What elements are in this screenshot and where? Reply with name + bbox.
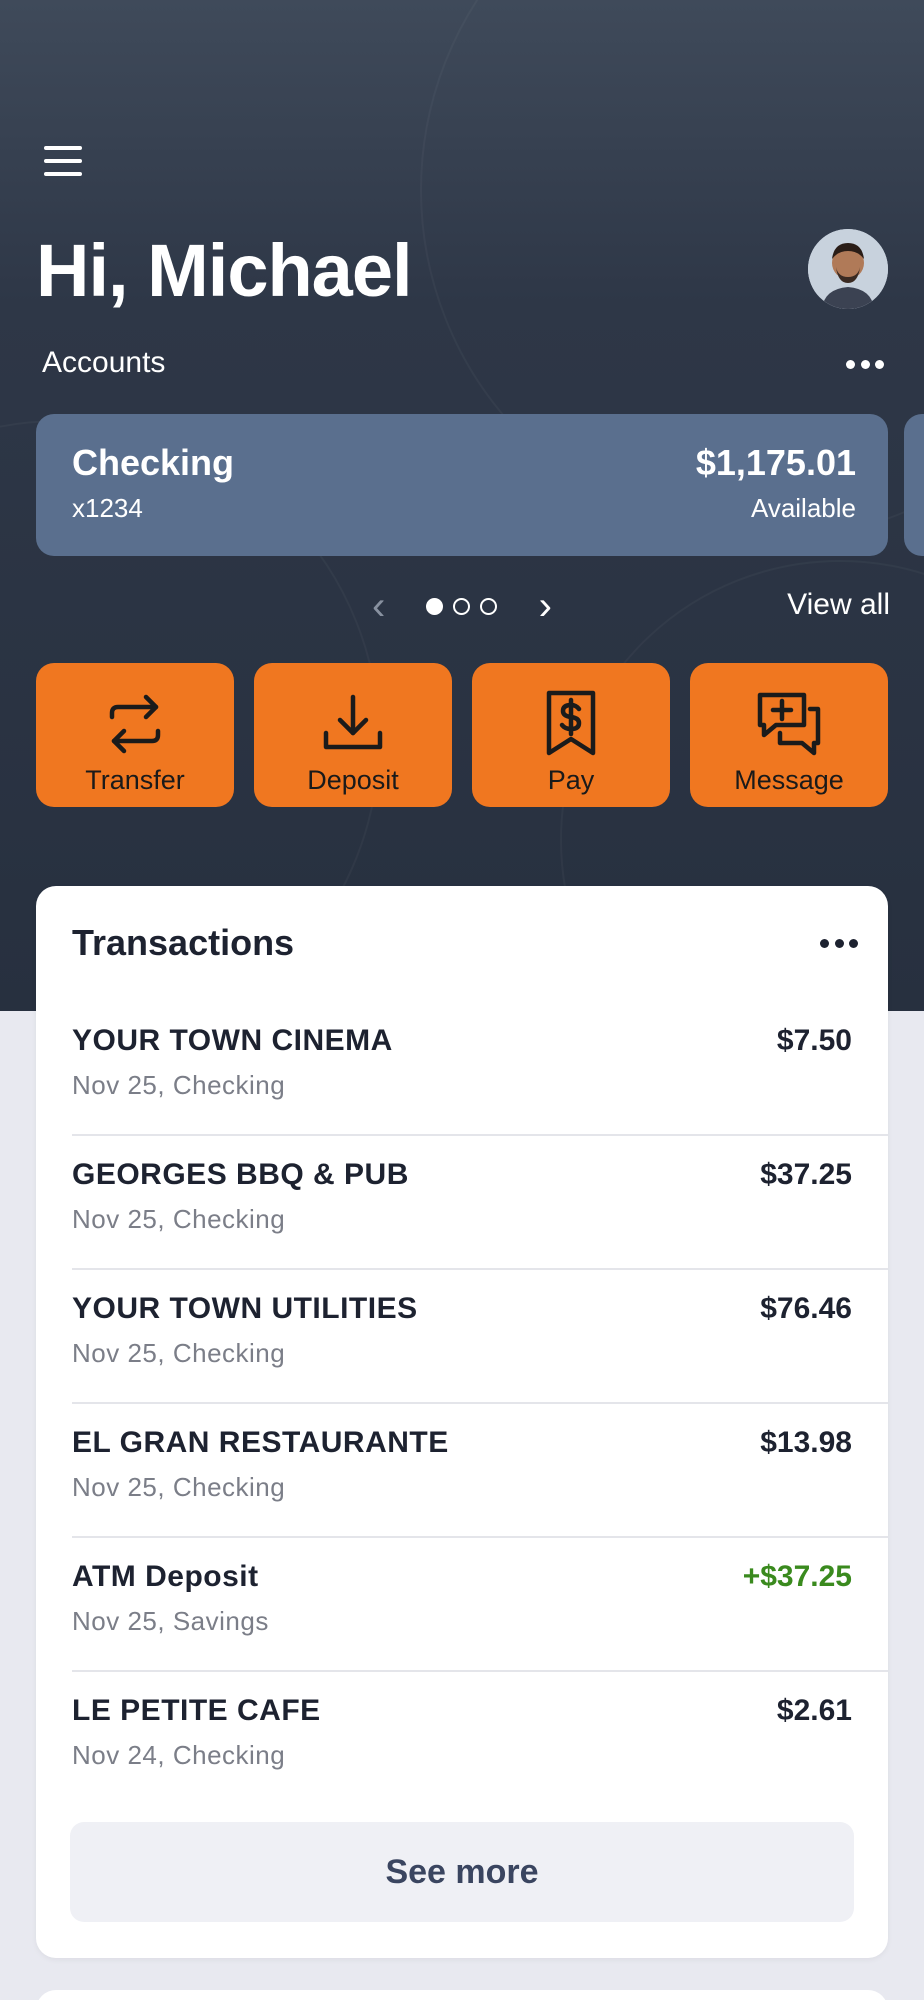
account-card-next[interactable] <box>904 414 924 556</box>
transaction-merchant: ATM Deposit <box>72 1560 259 1593</box>
pay-button[interactable]: Pay <box>472 663 670 807</box>
deposit-label: Deposit <box>307 765 399 795</box>
transaction-merchant: LE PETITE CAFE <box>72 1694 321 1727</box>
transaction-merchant: GEORGES BBQ & PUB <box>72 1158 409 1191</box>
deposit-button[interactable]: Deposit <box>254 663 452 807</box>
greeting-title: Hi, Michael <box>36 229 413 312</box>
transaction-row[interactable]: GEORGES BBQ & PUB Nov 25, Checking $37.2… <box>72 1136 888 1270</box>
accounts-more-icon[interactable] <box>846 352 884 376</box>
transaction-meta: Nov 25, Savings <box>72 1606 269 1636</box>
transaction-amount: $76.46 <box>760 1292 852 1325</box>
quick-actions: Transfer Deposit Pay Message <box>36 663 890 807</box>
transaction-amount: $37.25 <box>760 1158 852 1191</box>
account-name: Checking <box>72 442 235 483</box>
transaction-row[interactable]: ATM Deposit Nov 25, Savings +$37.25 <box>72 1538 888 1672</box>
download-icon <box>323 694 383 750</box>
transfer-icon <box>109 694 161 754</box>
account-pager: ‹ › <box>372 586 552 626</box>
pager-dot[interactable] <box>480 598 497 615</box>
transaction-amount: $7.50 <box>776 1024 852 1057</box>
transaction-row[interactable]: EL GRAN RESTAURANTE Nov 25, Checking $13… <box>72 1404 888 1538</box>
transactions-title: Transactions <box>72 922 295 963</box>
transaction-meta: Nov 25, Checking <box>72 1472 286 1502</box>
transactions-card: Transactions YOUR TOWN CINEMA Nov 25, Ch… <box>36 886 888 1958</box>
account-number: x1234 <box>72 493 143 523</box>
transaction-merchant: YOUR TOWN UTILITIES <box>72 1292 418 1325</box>
transaction-meta: Nov 25, Checking <box>72 1338 286 1368</box>
transaction-meta: Nov 25, Checking <box>72 1070 286 1100</box>
transaction-merchant: EL GRAN RESTAURANTE <box>72 1426 449 1459</box>
view-all-link[interactable]: View all <box>787 588 890 622</box>
see-more-button[interactable]: See more <box>70 1822 854 1922</box>
avatar[interactable] <box>808 229 888 309</box>
transaction-meta: Nov 24, Checking <box>72 1740 286 1770</box>
chevron-right-icon[interactable]: › <box>539 586 552 626</box>
receipt-dollar-icon <box>546 690 596 756</box>
accounts-label: Accounts <box>42 346 166 379</box>
chevron-left-icon[interactable]: ‹ <box>372 586 385 626</box>
hamburger-menu-icon[interactable] <box>42 144 84 178</box>
message-button[interactable]: Message <box>690 663 888 807</box>
transfer-button[interactable]: Transfer <box>36 663 234 807</box>
account-card-checking[interactable]: Checking x1234 $1,175.01 Available <box>36 414 888 556</box>
hero-header: Hi, Michael Accounts Checking x1234 $1,1… <box>0 0 924 1011</box>
message-label: Message <box>734 765 844 795</box>
transaction-amount: $13.98 <box>760 1426 852 1459</box>
transactions-more-icon[interactable] <box>820 936 858 950</box>
transaction-row[interactable]: YOUR TOWN UTILITIES Nov 25, Checking $76… <box>72 1270 888 1404</box>
transfer-label: Transfer <box>85 765 185 795</box>
transaction-meta: Nov 25, Checking <box>72 1204 286 1234</box>
transaction-amount: +$37.25 <box>742 1560 852 1593</box>
message-plus-icon <box>757 692 821 756</box>
pager-dot[interactable] <box>453 598 470 615</box>
pager-dot-active[interactable] <box>426 598 443 615</box>
transaction-amount: $2.61 <box>776 1694 852 1727</box>
pager-dots <box>426 598 497 615</box>
account-balance: $1,175.01 <box>695 442 856 483</box>
account-balance-label: Available <box>750 493 856 523</box>
transaction-row[interactable]: YOUR TOWN CINEMA Nov 25, Checking $7.50 <box>72 1002 888 1136</box>
transaction-row[interactable]: LE PETITE CAFE Nov 24, Checking $2.61 <box>72 1672 888 1806</box>
pay-label: Pay <box>547 765 595 795</box>
transaction-merchant: YOUR TOWN CINEMA <box>72 1024 393 1057</box>
next-panel-peek <box>36 1990 888 2000</box>
